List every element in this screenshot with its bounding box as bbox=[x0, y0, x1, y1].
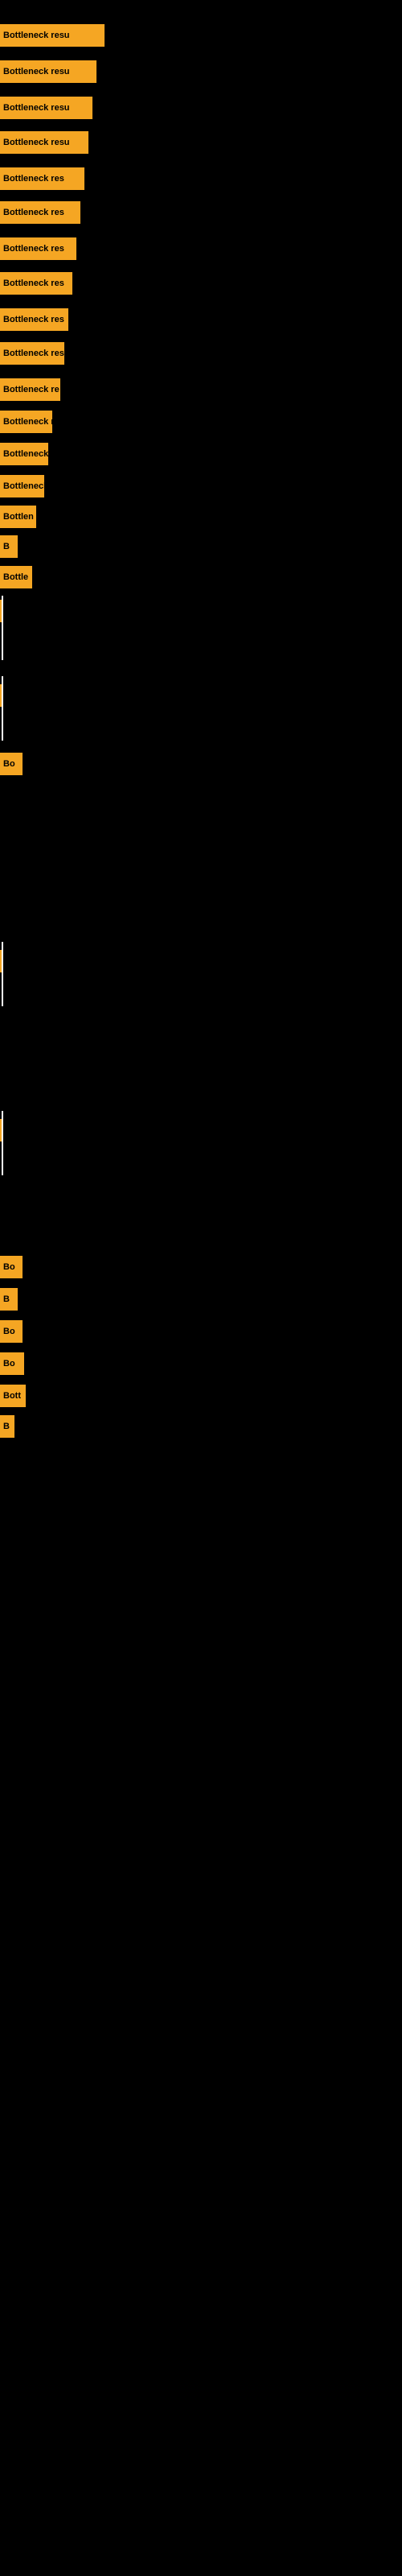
bottleneck-bar: Bottle bbox=[0, 566, 32, 588]
bottleneck-bar: Bottleneck r bbox=[0, 443, 48, 465]
bottleneck-label: Bo bbox=[3, 1359, 15, 1368]
vertical-line bbox=[2, 942, 3, 1006]
bottleneck-label: Bottleneck resu bbox=[3, 103, 70, 113]
bottleneck-bar: B bbox=[0, 535, 18, 558]
bottleneck-bar: B bbox=[0, 1288, 18, 1311]
bottleneck-label: Bottleneck res bbox=[3, 244, 64, 254]
bottleneck-label: Bo bbox=[3, 759, 15, 769]
bottleneck-bar: Bottleneck res bbox=[0, 167, 84, 190]
bottleneck-bar: Bottleneck res bbox=[0, 201, 80, 224]
bottleneck-label: B bbox=[3, 1294, 10, 1304]
vertical-line bbox=[2, 1111, 3, 1175]
bottleneck-bar: Bottleneck resu bbox=[0, 60, 96, 83]
bottleneck-label: Bottleneck r bbox=[3, 481, 44, 491]
bottleneck-bar: Bottleneck res bbox=[0, 272, 72, 295]
bottleneck-bar: B bbox=[0, 1415, 14, 1438]
vertical-line bbox=[2, 676, 3, 741]
bottleneck-bar: Bo bbox=[0, 1320, 23, 1343]
bottleneck-bar: Bottleneck res bbox=[0, 237, 76, 260]
bottleneck-label: Bottlen bbox=[3, 512, 34, 522]
bottleneck-bar: Bo bbox=[0, 1352, 24, 1375]
vertical-line bbox=[2, 596, 3, 660]
bottleneck-label: Bo bbox=[3, 1327, 15, 1336]
bottleneck-label: Bott bbox=[3, 1391, 21, 1401]
bottleneck-label: Bottleneck resu bbox=[3, 138, 70, 147]
bottleneck-bar: Bottleneck res bbox=[0, 308, 68, 331]
bottleneck-bar: Bottlen bbox=[0, 506, 36, 528]
site-title bbox=[0, 0, 402, 13]
bottleneck-bar: Bott bbox=[0, 1385, 26, 1407]
bottleneck-label: B bbox=[3, 1422, 10, 1431]
bottleneck-bar: Bottleneck re bbox=[0, 378, 60, 401]
bottleneck-bar: Bottleneck resu bbox=[0, 97, 92, 119]
bottleneck-bar: Bottleneck resu bbox=[0, 131, 88, 154]
bottleneck-bar: Bottleneck r bbox=[0, 475, 44, 497]
bottleneck-label: Bottleneck r bbox=[3, 449, 48, 459]
bottleneck-label: Bottleneck res bbox=[3, 208, 64, 217]
bottleneck-label: Bottleneck res bbox=[3, 279, 64, 288]
bottleneck-label: B bbox=[3, 542, 10, 551]
bottleneck-label: Bottleneck res bbox=[3, 174, 64, 184]
bottleneck-label: Bottleneck re bbox=[3, 385, 59, 394]
bottleneck-bar: Bottleneck resu bbox=[0, 24, 105, 47]
bottleneck-label: Bottleneck res bbox=[3, 349, 64, 358]
bottleneck-bar: Bo bbox=[0, 1256, 23, 1278]
bottleneck-bar: Bottleneck res bbox=[0, 342, 64, 365]
bottleneck-label: Bottle bbox=[3, 572, 28, 582]
bottleneck-label: Bottleneck r bbox=[3, 417, 52, 427]
bottleneck-label: Bo bbox=[3, 1262, 15, 1272]
bottleneck-label: Bottleneck res bbox=[3, 315, 64, 324]
bottleneck-label: Bottleneck resu bbox=[3, 67, 70, 76]
bottleneck-bar: Bottleneck r bbox=[0, 411, 52, 433]
bottleneck-bar: Bo bbox=[0, 753, 23, 775]
bottleneck-label: Bottleneck resu bbox=[3, 31, 70, 40]
